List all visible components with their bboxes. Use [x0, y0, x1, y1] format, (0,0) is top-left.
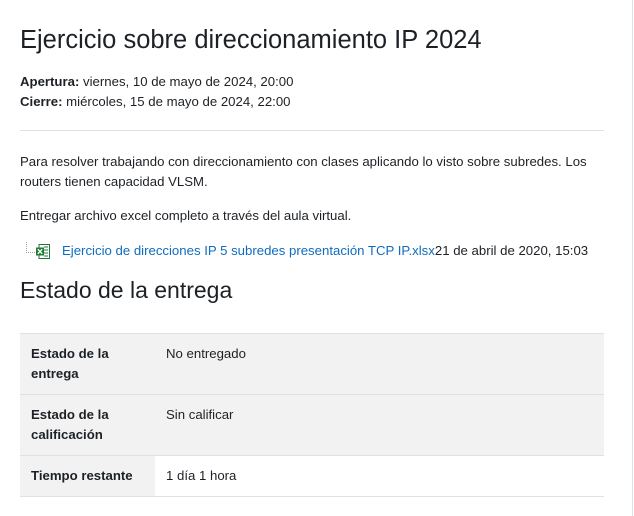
row-label: Estado de la calificación [20, 394, 155, 456]
page-title: Ejercicio sobre direccionamiento IP 2024 [20, 26, 482, 54]
assignment-description: Para resolver trabajando con direccionam… [20, 152, 610, 240]
row-value: 1 día 1 hora [155, 455, 604, 497]
page-frame: Ejercicio sobre direccionamiento IP 2024… [0, 0, 633, 516]
table-row: Estado de la calificación Sin calificar [20, 394, 604, 456]
open-date-row: Apertura: viernes, 10 de mayo de 2024, 2… [20, 72, 293, 92]
submission-status-table: Estado de la entrega No entregado Estado… [20, 333, 604, 497]
close-date-value: miércoles, 15 de mayo de 2024, 22:00 [62, 94, 291, 109]
tree-connector [26, 242, 35, 253]
description-paragraph: Para resolver trabajando con direccionam… [20, 154, 587, 189]
close-date-label: Cierre: [20, 94, 63, 109]
table-row: Tiempo restante 1 día 1 hora [20, 455, 604, 497]
attachment-filename[interactable]: Ejercicio de direcciones IP 5 subredes p… [62, 243, 435, 258]
attachment-row: Ejercicio de direcciones IP 5 subredes p… [20, 240, 620, 262]
section-divider [20, 130, 604, 131]
row-value: Sin calificar [155, 394, 604, 456]
table-row: Estado de la entrega No entregado [20, 333, 604, 395]
excel-file-icon [36, 244, 50, 259]
assignment-dates: Apertura: viernes, 10 de mayo de 2024, 2… [20, 72, 293, 112]
open-date-value: viernes, 10 de mayo de 2024, 20:00 [79, 74, 294, 89]
row-label: Tiempo restante [20, 455, 155, 497]
open-date-label: Apertura: [20, 74, 80, 89]
attachment-date: 21 de abril de 2020, 15:03 [434, 243, 589, 258]
row-label: Estado de la entrega [20, 333, 155, 395]
row-value: No entregado [155, 333, 604, 395]
description-paragraph: Entregar archivo excel completo a través… [20, 208, 352, 223]
submission-status-heading: Estado de la entrega [20, 277, 233, 303]
close-date-row: Cierre: miércoles, 15 de mayo de 2024, 2… [20, 92, 293, 112]
attachment-link[interactable]: Ejercicio de direcciones IP 5 subredes p… [62, 240, 588, 262]
